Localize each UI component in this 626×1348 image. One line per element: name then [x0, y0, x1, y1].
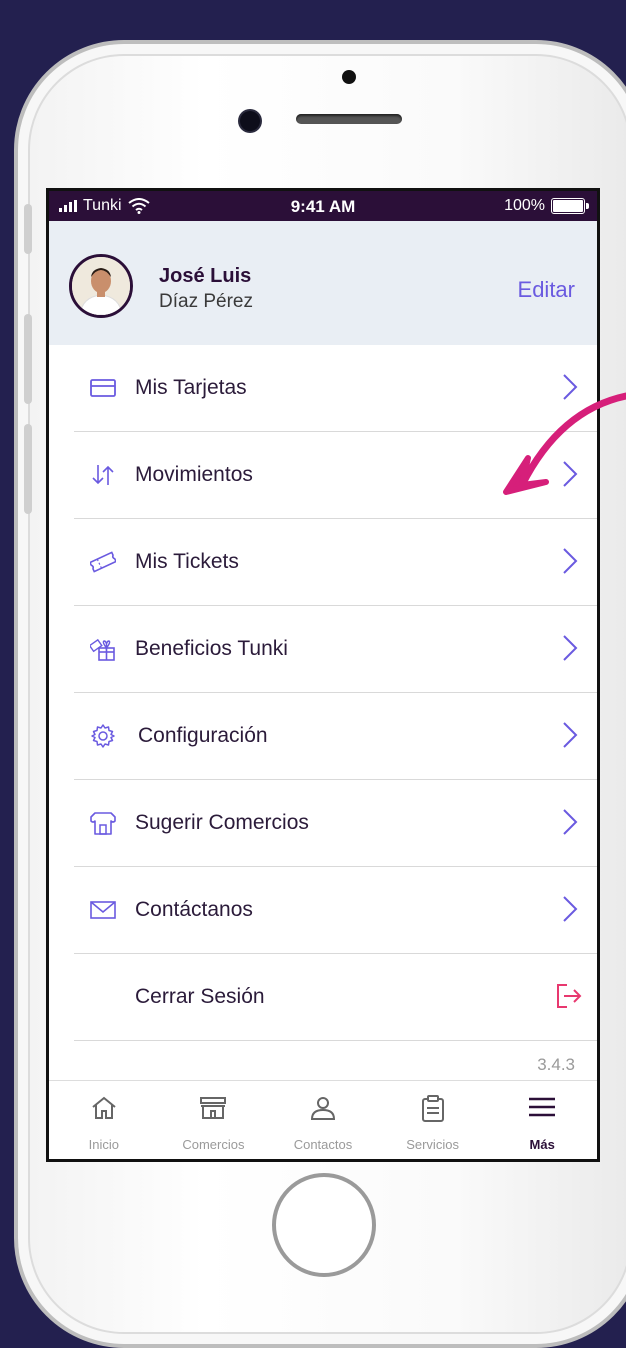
- battery-percent: 100%: [504, 197, 545, 214]
- menu-item-contactanos[interactable]: Contáctanos: [74, 867, 597, 954]
- front-camera: [240, 111, 260, 131]
- volume-down-button: [24, 424, 32, 514]
- tab-label: Más: [529, 1137, 555, 1152]
- tab-inicio[interactable]: Inicio: [49, 1081, 159, 1159]
- app-screen: Tunki 9:41 AM 100% José Luis Díaz Pérez …: [46, 188, 600, 1162]
- gift-icon: [90, 638, 115, 661]
- app-version: 3.4.3: [49, 1041, 597, 1083]
- envelope-icon: [90, 901, 116, 919]
- chevron-right-icon: [563, 635, 578, 661]
- tab-bar: Inicio Comercios Contactos Servicios Más: [49, 1080, 597, 1159]
- edit-profile-button[interactable]: Editar: [518, 277, 575, 303]
- tab-contactos[interactable]: Contactos: [268, 1081, 378, 1159]
- tab-label: Inicio: [88, 1137, 119, 1152]
- menu-item-label: Beneficios Tunki: [135, 637, 288, 660]
- mute-switch: [24, 204, 32, 254]
- profile-header: José Luis Díaz Pérez Editar: [49, 221, 597, 345]
- chevron-right-icon: [563, 722, 578, 748]
- chevron-right-icon: [563, 896, 578, 922]
- earpiece-speaker: [296, 114, 402, 124]
- menu-item-label: Sugerir Comercios: [135, 811, 309, 834]
- user-first-name: José Luis: [159, 265, 252, 287]
- menu-item-label: Mis Tickets: [135, 550, 239, 573]
- avatar-person-icon: [72, 257, 130, 315]
- tab-label: Contactos: [293, 1137, 353, 1152]
- tab-comercios[interactable]: Comercios: [159, 1081, 269, 1159]
- logout-label: Cerrar Sesión: [135, 985, 265, 1008]
- status-bar: Tunki 9:41 AM 100%: [49, 191, 597, 221]
- menu-item-label: Configuración: [138, 724, 268, 747]
- clipboard-icon: [421, 1095, 444, 1122]
- transfer-arrows-icon: [92, 465, 114, 485]
- menu-item-label: Contáctanos: [135, 898, 253, 921]
- version-number: 3.4.3: [537, 1055, 575, 1074]
- battery-icon: [551, 198, 589, 214]
- person-icon: [310, 1097, 335, 1120]
- menu-icon: [529, 1097, 556, 1117]
- home-icon: [92, 1096, 116, 1119]
- menu-item-configuracion[interactable]: Configuración: [74, 693, 597, 780]
- menu-item-label: Movimientos: [135, 463, 253, 486]
- chevron-right-icon: [563, 809, 578, 835]
- tab-mas[interactable]: Más: [487, 1081, 597, 1159]
- tab-label: Servicios: [406, 1137, 459, 1152]
- menu-item-mis-tickets[interactable]: Mis Tickets: [74, 519, 597, 606]
- user-last-name: Díaz Pérez: [159, 291, 253, 312]
- chevron-right-icon: [563, 548, 578, 574]
- menu-item-beneficios-tunki[interactable]: Beneficios Tunki: [74, 606, 597, 693]
- menu-item-cerrar-sesion[interactable]: Cerrar Sesión: [74, 954, 597, 1041]
- tab-label: Comercios: [182, 1137, 245, 1152]
- tab-servicios[interactable]: Servicios: [378, 1081, 488, 1159]
- avatar[interactable]: [69, 254, 133, 318]
- menu-item-label: Mis Tarjetas: [135, 376, 247, 399]
- ticket-icon: [90, 551, 116, 573]
- credit-card-icon: [90, 379, 116, 397]
- logout-icon: [557, 984, 582, 1008]
- home-button[interactable]: [272, 1173, 376, 1277]
- store-icon: [200, 1097, 227, 1119]
- front-sensor: [342, 70, 356, 84]
- store-icon: [90, 812, 116, 835]
- gear-icon: [91, 724, 115, 748]
- menu-item-sugerir-comercios[interactable]: Sugerir Comercios: [74, 780, 597, 867]
- annotation-arrow-icon: [503, 392, 626, 495]
- volume-up-button: [24, 314, 32, 404]
